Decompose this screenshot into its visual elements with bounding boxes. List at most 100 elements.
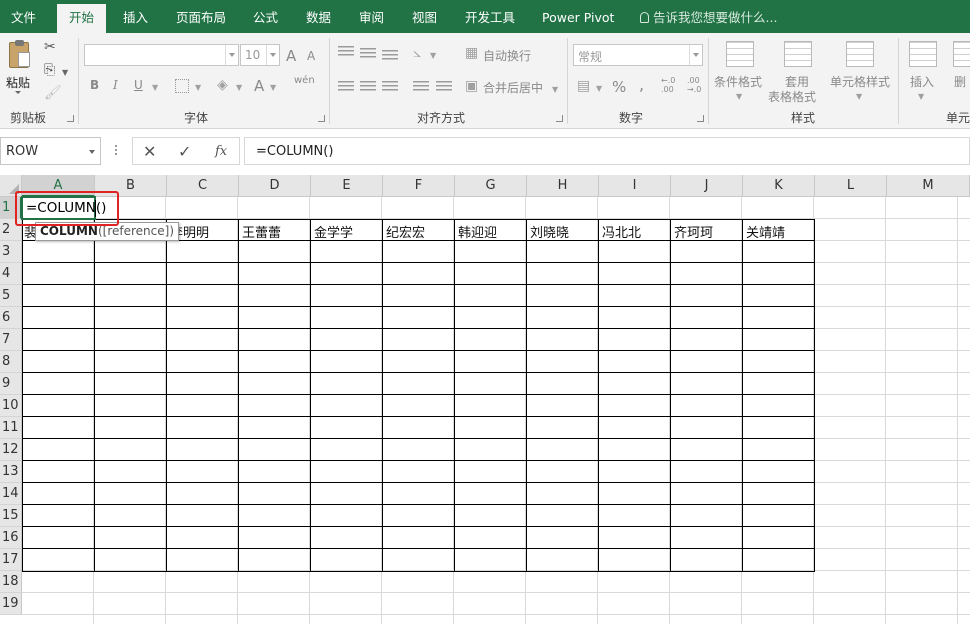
tab-formulas[interactable]: 公式 bbox=[253, 0, 278, 33]
row-header-18[interactable]: 18 bbox=[0, 571, 22, 593]
row-header-17[interactable]: 17 bbox=[0, 549, 22, 571]
increase-decimal-button[interactable]: ←.0 .00 bbox=[661, 76, 681, 94]
chevron-down-icon[interactable]: ▼ bbox=[270, 80, 276, 96]
formula-input[interactable]: =COLUMN() bbox=[244, 137, 970, 165]
grow-font-button[interactable]: A bbox=[286, 47, 296, 65]
align-right-icon[interactable] bbox=[382, 81, 398, 93]
column-header-m[interactable]: M bbox=[887, 175, 970, 197]
shrink-font-button[interactable]: A bbox=[307, 49, 315, 63]
row-header-14[interactable]: 14 bbox=[0, 483, 22, 505]
chevron-down-icon[interactable]: ▼ bbox=[918, 89, 924, 105]
cell-e2[interactable]: 金学学 bbox=[314, 222, 353, 241]
tab-file[interactable]: 文件 bbox=[11, 0, 36, 33]
cancel-icon[interactable]: ✕ bbox=[143, 142, 156, 161]
column-header-c[interactable]: C bbox=[167, 175, 239, 197]
cut-icon[interactable]: ✂ bbox=[44, 39, 56, 55]
tab-page-layout[interactable]: 页面布局 bbox=[176, 0, 226, 33]
merge-center-button[interactable]: 合并后居中 bbox=[483, 79, 543, 96]
align-center-icon[interactable] bbox=[360, 81, 376, 93]
copy-icon[interactable]: ⎘ bbox=[44, 62, 55, 78]
wrap-text-button[interactable]: 自动换行 bbox=[483, 47, 531, 64]
tab-review[interactable]: 审阅 bbox=[359, 0, 384, 33]
font-size-combo[interactable]: 10 bbox=[240, 44, 280, 66]
currency-icon[interactable]: ▤ bbox=[577, 78, 590, 94]
column-header-i[interactable]: I bbox=[599, 175, 671, 197]
tell-me-search[interactable]: 告诉我您想要做什么... bbox=[640, 0, 777, 33]
increase-indent-icon[interactable] bbox=[436, 81, 452, 93]
row-header-16[interactable]: 16 bbox=[0, 527, 22, 549]
cell-f2[interactable]: 纪宏宏 bbox=[386, 222, 425, 241]
font-name-combo[interactable] bbox=[84, 44, 239, 66]
tab-insert[interactable]: 插入 bbox=[123, 0, 148, 33]
column-header-g[interactable]: G bbox=[455, 175, 527, 197]
number-format-combo[interactable]: 常规 bbox=[573, 44, 703, 66]
chevron-down-icon[interactable]: ▼ bbox=[430, 48, 436, 64]
column-header-h[interactable]: H bbox=[527, 175, 599, 197]
row-header-6[interactable]: 6 bbox=[0, 307, 22, 329]
row-header-9[interactable]: 9 bbox=[0, 373, 22, 395]
row-header-15[interactable]: 15 bbox=[0, 505, 22, 527]
dialog-launcher-icon[interactable] bbox=[67, 115, 74, 122]
name-box[interactable]: ROW bbox=[0, 137, 101, 165]
cell-i2[interactable]: 冯北北 bbox=[602, 222, 641, 241]
row-header-11[interactable]: 11 bbox=[0, 417, 22, 439]
row-header-8[interactable]: 8 bbox=[0, 351, 22, 373]
tab-data[interactable]: 数据 bbox=[306, 0, 331, 33]
phonetic-guide-button[interactable]: wén bbox=[294, 75, 315, 86]
tab-home[interactable]: 开始 bbox=[57, 4, 107, 33]
row-header-5[interactable]: 5 bbox=[0, 285, 22, 307]
dialog-launcher-icon[interactable] bbox=[556, 115, 563, 122]
resize-handle[interactable] bbox=[115, 145, 117, 157]
format-as-table-button-line2[interactable]: 表格格式 bbox=[768, 88, 816, 105]
row-header-12[interactable]: 12 bbox=[0, 439, 22, 461]
row-header-13[interactable]: 13 bbox=[0, 461, 22, 483]
chevron-down-icon[interactable]: ▼ bbox=[596, 81, 602, 97]
cell-g2[interactable]: 韩迎迎 bbox=[458, 222, 497, 241]
tooltip-function-name[interactable]: COLUMN bbox=[40, 224, 98, 238]
format-painter-icon[interactable]: 🖌 bbox=[44, 85, 62, 101]
chevron-down-icon[interactable]: ▼ bbox=[195, 80, 201, 96]
tab-developer[interactable]: 开发工具 bbox=[465, 0, 515, 33]
align-middle-icon[interactable] bbox=[360, 48, 376, 60]
dialog-launcher-icon[interactable] bbox=[318, 115, 325, 122]
tab-view[interactable]: 视图 bbox=[412, 0, 437, 33]
chevron-down-icon[interactable]: ▼ bbox=[736, 89, 742, 105]
chevron-down-icon[interactable]: ▼ bbox=[152, 80, 158, 96]
tab-power-pivot[interactable]: Power Pivot bbox=[542, 0, 614, 33]
insert-function-icon[interactable]: fx bbox=[215, 144, 227, 159]
chevron-down-icon[interactable]: ▼ bbox=[552, 82, 558, 98]
align-top-icon[interactable] bbox=[338, 46, 354, 58]
column-header-j[interactable]: J bbox=[671, 175, 743, 197]
bold-button[interactable]: B bbox=[90, 78, 99, 92]
underline-button[interactable]: U bbox=[134, 78, 143, 92]
chevron-down-icon[interactable]: ▼ bbox=[62, 65, 68, 81]
row-header-3[interactable]: 3 bbox=[0, 241, 22, 263]
conditional-formatting-button[interactable]: 条件格式 bbox=[714, 73, 762, 90]
chevron-down-icon[interactable]: ▼ bbox=[236, 80, 242, 96]
insert-cells-button[interactable]: 插入 bbox=[910, 73, 934, 90]
cell-j2[interactable]: 齐珂珂 bbox=[674, 222, 713, 241]
column-header-l[interactable]: L bbox=[815, 175, 887, 197]
cell-styles-button[interactable]: 单元格样式 bbox=[830, 73, 890, 90]
italic-button[interactable]: I bbox=[113, 78, 118, 92]
percent-button[interactable]: % bbox=[612, 78, 626, 96]
row-header-4[interactable]: 4 bbox=[0, 263, 22, 285]
column-header-k[interactable]: K bbox=[743, 175, 815, 197]
delete-cells-button[interactable]: 删 bbox=[954, 73, 966, 90]
row-header-19[interactable]: 19 bbox=[0, 593, 22, 615]
row-header-7[interactable]: 7 bbox=[0, 329, 22, 351]
enter-icon[interactable]: ✓ bbox=[178, 142, 191, 161]
cell-d2[interactable]: 王蕾蕾 bbox=[242, 222, 281, 241]
align-bottom-icon[interactable] bbox=[382, 50, 398, 62]
cell-h2[interactable]: 刘晓晓 bbox=[530, 222, 569, 241]
chevron-down-icon[interactable]: ▼ bbox=[856, 89, 862, 105]
decrease-decimal-button[interactable]: .00 →.0 bbox=[687, 76, 707, 94]
decrease-indent-icon[interactable] bbox=[413, 81, 429, 93]
column-header-e[interactable]: E bbox=[311, 175, 383, 197]
paste-button[interactable]: 粘贴 bbox=[5, 38, 35, 96]
column-header-d[interactable]: D bbox=[239, 175, 311, 197]
row-header-10[interactable]: 10 bbox=[0, 395, 22, 417]
fill-color-icon[interactable]: ◈ bbox=[217, 77, 228, 93]
orientation-icon[interactable]: ⦣ bbox=[413, 45, 421, 61]
column-header-f[interactable]: F bbox=[383, 175, 455, 197]
